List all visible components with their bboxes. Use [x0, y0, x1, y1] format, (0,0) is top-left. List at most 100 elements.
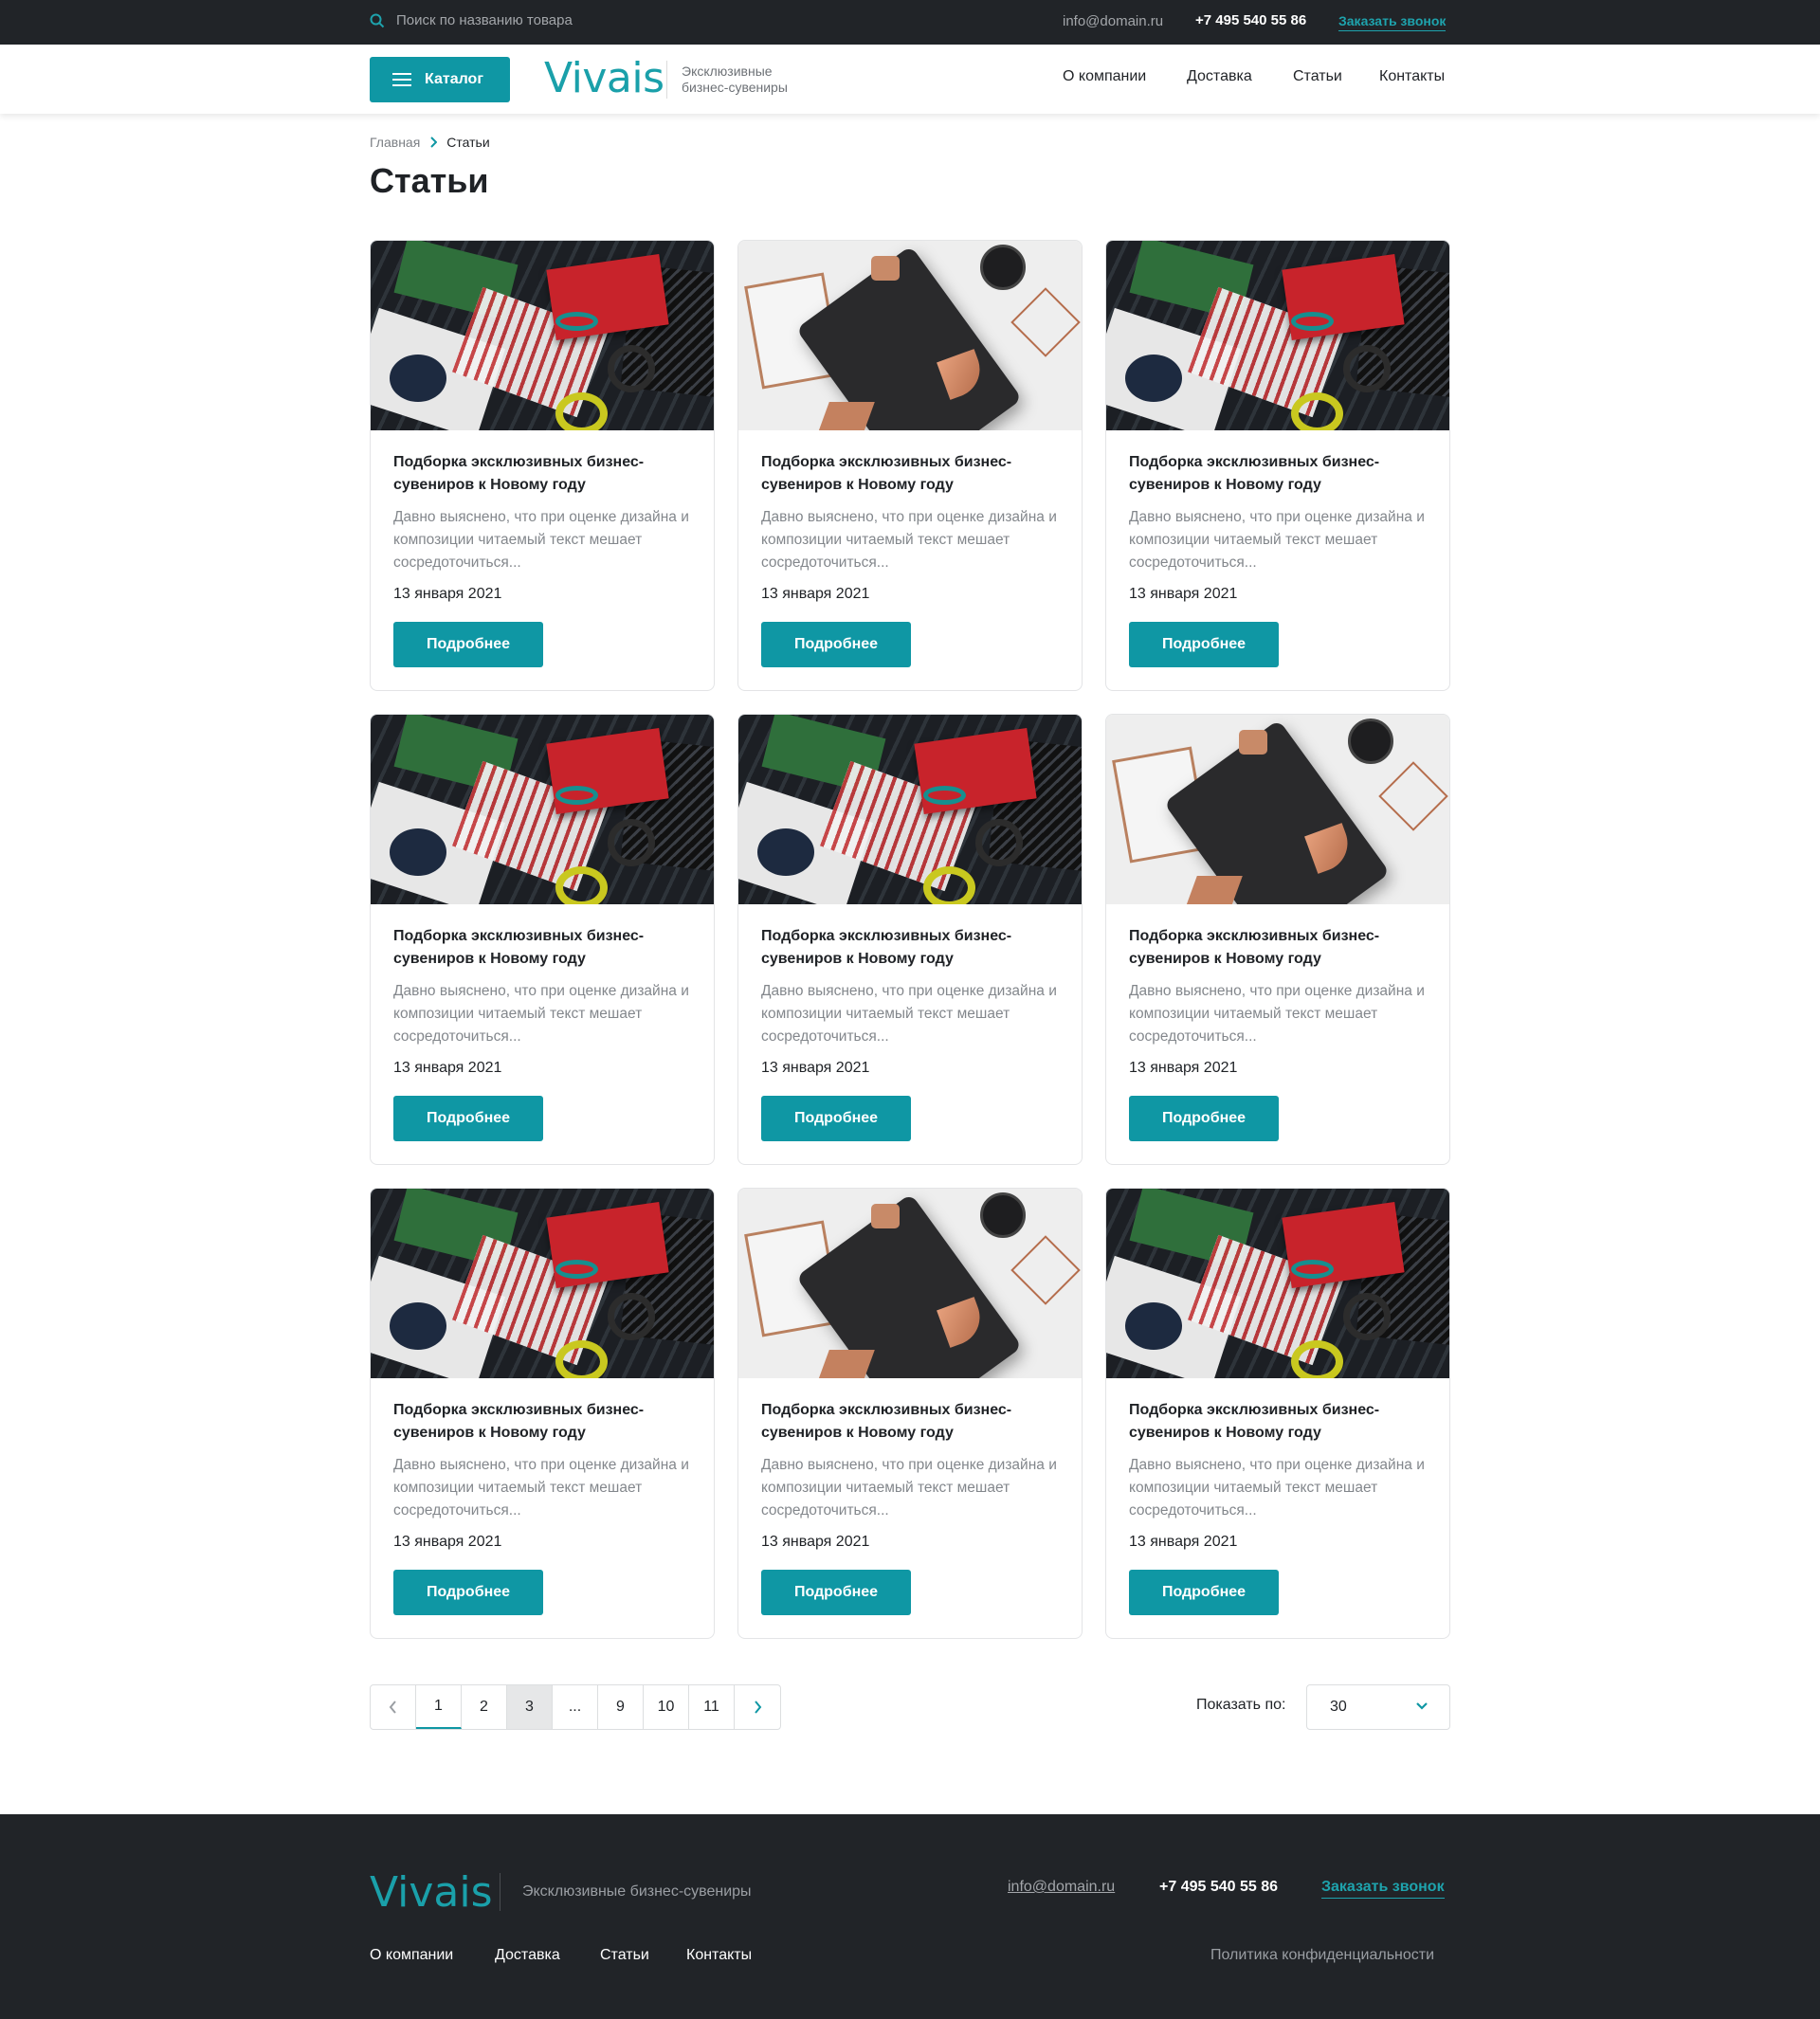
privacy-policy-link[interactable]: Политика конфиденциальности	[1210, 1947, 1434, 1964]
article-card: Подборка эксклюзивных бизнес-сувениров к…	[370, 240, 715, 691]
article-excerpt: Давно выяснено, что при оценке дизайна и…	[393, 983, 689, 1045]
read-more-button[interactable]: Подробнее	[1129, 622, 1279, 667]
footer-nav-contacts[interactable]: Контакты	[686, 1947, 752, 1964]
per-page-select[interactable]: 30	[1306, 1684, 1450, 1730]
nav-item-contacts[interactable]: Контакты	[1379, 68, 1445, 85]
article-body: Подборка эксклюзивных бизнес-сувениров к…	[1106, 1378, 1449, 1551]
pagination-prev[interactable]	[371, 1685, 416, 1729]
article-excerpt: Давно выяснено, что при оценке дизайна и…	[761, 1457, 1057, 1519]
article-excerpt: Давно выяснено, что при оценке дизайна и…	[1129, 1457, 1425, 1519]
footer-nav-delivery[interactable]: Доставка	[495, 1947, 560, 1964]
article-title[interactable]: Подборка эксклюзивных бизнес-сувениров к…	[1129, 1399, 1427, 1445]
read-more-button[interactable]: Подробнее	[393, 622, 543, 667]
article-card: Подборка эксклюзивных бизнес-сувениров к…	[737, 240, 1083, 691]
article-body: Подборка эксклюзивных бизнес-сувениров к…	[1106, 904, 1449, 1077]
article-image[interactable]	[371, 715, 714, 904]
catalog-button[interactable]: Каталог	[370, 57, 510, 102]
article-image[interactable]	[1106, 715, 1449, 904]
page-title: Статьи	[370, 161, 489, 200]
article-date: 13 января 2021	[1129, 1060, 1238, 1076]
nav-item-delivery[interactable]: Доставка	[1187, 68, 1252, 85]
pagination-page[interactable]: 3	[507, 1685, 553, 1729]
read-more-button[interactable]: Подробнее	[393, 1570, 543, 1615]
article-date: 13 января 2021	[761, 1060, 870, 1076]
pagination-next[interactable]	[735, 1685, 780, 1729]
pagination-page[interactable]: 1	[416, 1685, 462, 1729]
chevron-left-icon	[389, 1701, 396, 1714]
article-excerpt: Давно выяснено, что при оценке дизайна и…	[1129, 509, 1425, 571]
article-excerpt: Давно выяснено, что при оценке дизайна и…	[761, 509, 1057, 571]
article-date: 13 января 2021	[393, 1534, 502, 1550]
article-title[interactable]: Подборка эксклюзивных бизнес-сувениров к…	[761, 451, 1059, 497]
breadcrumb-home[interactable]: Главная	[370, 135, 420, 150]
pagination-page[interactable]: 10	[644, 1685, 689, 1729]
logo[interactable]: Vivais	[544, 54, 664, 102]
article-image[interactable]	[371, 241, 714, 430]
article-card: Подборка эксклюзивных бизнес-сувениров к…	[1105, 1188, 1450, 1639]
callback-link[interactable]: Заказать звонок	[1338, 13, 1447, 31]
search-input[interactable]	[396, 12, 681, 28]
footer-nav-articles[interactable]: Статьи	[600, 1947, 649, 1964]
pagination-page[interactable]: 11	[689, 1685, 735, 1729]
chevron-down-icon	[1416, 1702, 1428, 1710]
footer-tagline: Эксклюзивные бизнес-сувениры	[522, 1883, 752, 1900]
article-date: 13 января 2021	[393, 1060, 502, 1076]
pagination-page[interactable]: 9	[598, 1685, 644, 1729]
breadcrumb-current: Статьи	[446, 135, 490, 150]
nav-item-about[interactable]: О компании	[1063, 68, 1146, 85]
read-more-button[interactable]: Подробнее	[1129, 1096, 1279, 1141]
article-card: Подборка эксклюзивных бизнес-сувениров к…	[370, 1188, 715, 1639]
article-title[interactable]: Подборка эксклюзивных бизнес-сувениров к…	[761, 1399, 1059, 1445]
article-title[interactable]: Подборка эксклюзивных бизнес-сувениров к…	[1129, 451, 1427, 497]
logo-divider	[666, 61, 667, 99]
read-more-button[interactable]: Подробнее	[1129, 1570, 1279, 1615]
article-image[interactable]	[738, 715, 1082, 904]
article-title[interactable]: Подборка эксклюзивных бизнес-сувениров к…	[393, 451, 691, 497]
article-image[interactable]	[1106, 241, 1449, 430]
article-title[interactable]: Подборка эксклюзивных бизнес-сувениров к…	[761, 925, 1059, 971]
show-by-label: Показать по:	[1196, 1697, 1286, 1713]
read-more-button[interactable]: Подробнее	[393, 1096, 543, 1141]
article-date: 13 января 2021	[761, 1534, 870, 1550]
tagline: Эксклюзивные бизнес-сувениры	[682, 64, 788, 95]
pagination-page[interactable]: 2	[462, 1685, 507, 1729]
article-card: Подборка эксклюзивных бизнес-сувениров к…	[737, 714, 1083, 1165]
article-image[interactable]	[1106, 1189, 1449, 1378]
article-body: Подборка эксклюзивных бизнес-сувениров к…	[738, 1378, 1082, 1551]
phone-number[interactable]: +7 495 540 55 86	[1195, 12, 1306, 28]
search-icon[interactable]	[370, 13, 385, 28]
article-title[interactable]: Подборка эксклюзивных бизнес-сувениров к…	[1129, 925, 1427, 971]
site-header: Каталог Vivais Эксклюзивные бизнес-сувен…	[0, 45, 1820, 114]
read-more-button[interactable]: Подробнее	[761, 1570, 911, 1615]
article-card: Подборка эксклюзивных бизнес-сувениров к…	[737, 1188, 1083, 1639]
article-body: Подборка эксклюзивных бизнес-сувениров к…	[738, 430, 1082, 603]
footer-logo[interactable]: Vivais	[370, 1868, 493, 1917]
article-title[interactable]: Подборка эксклюзивных бизнес-сувениров к…	[393, 1399, 691, 1445]
article-body: Подборка эксклюзивных бизнес-сувениров к…	[371, 430, 714, 603]
per-page-value: 30	[1330, 1699, 1347, 1715]
article-excerpt: Давно выяснено, что при оценке дизайна и…	[393, 1457, 689, 1519]
read-more-button[interactable]: Подробнее	[761, 1096, 911, 1141]
article-image[interactable]	[738, 1189, 1082, 1378]
breadcrumb: Главная Статьи	[370, 135, 490, 150]
footer-email-link[interactable]: info@domain.ru	[1008, 1879, 1115, 1896]
email-link[interactable]: info@domain.ru	[1063, 13, 1163, 29]
footer-phone[interactable]: +7 495 540 55 86	[1159, 1879, 1278, 1896]
article-card: Подборка эксклюзивных бизнес-сувениров к…	[370, 714, 715, 1165]
footer-nav-about[interactable]: О компании	[370, 1947, 453, 1964]
article-image[interactable]	[738, 241, 1082, 430]
catalog-button-label: Каталог	[425, 71, 483, 87]
chevron-right-icon	[754, 1701, 761, 1714]
read-more-button[interactable]: Подробнее	[761, 622, 911, 667]
article-body: Подборка эксклюзивных бизнес-сувениров к…	[738, 904, 1082, 1077]
article-card: Подборка эксклюзивных бизнес-сувениров к…	[1105, 240, 1450, 691]
nav-item-articles[interactable]: Статьи	[1293, 68, 1342, 85]
article-excerpt: Давно выяснено, что при оценке дизайна и…	[761, 983, 1057, 1045]
pagination: 1 2 3... 9 10 11	[370, 1684, 781, 1730]
article-image[interactable]	[371, 1189, 714, 1378]
article-excerpt: Давно выяснено, что при оценке дизайна и…	[1129, 983, 1425, 1045]
footer-callback-link[interactable]: Заказать звонок	[1321, 1879, 1445, 1899]
article-title[interactable]: Подборка эксклюзивных бизнес-сувениров к…	[393, 925, 691, 971]
articles-grid: Подборка эксклюзивных бизнес-сувениров к…	[370, 240, 1450, 1639]
article-body: Подборка эксклюзивных бизнес-сувениров к…	[1106, 430, 1449, 603]
